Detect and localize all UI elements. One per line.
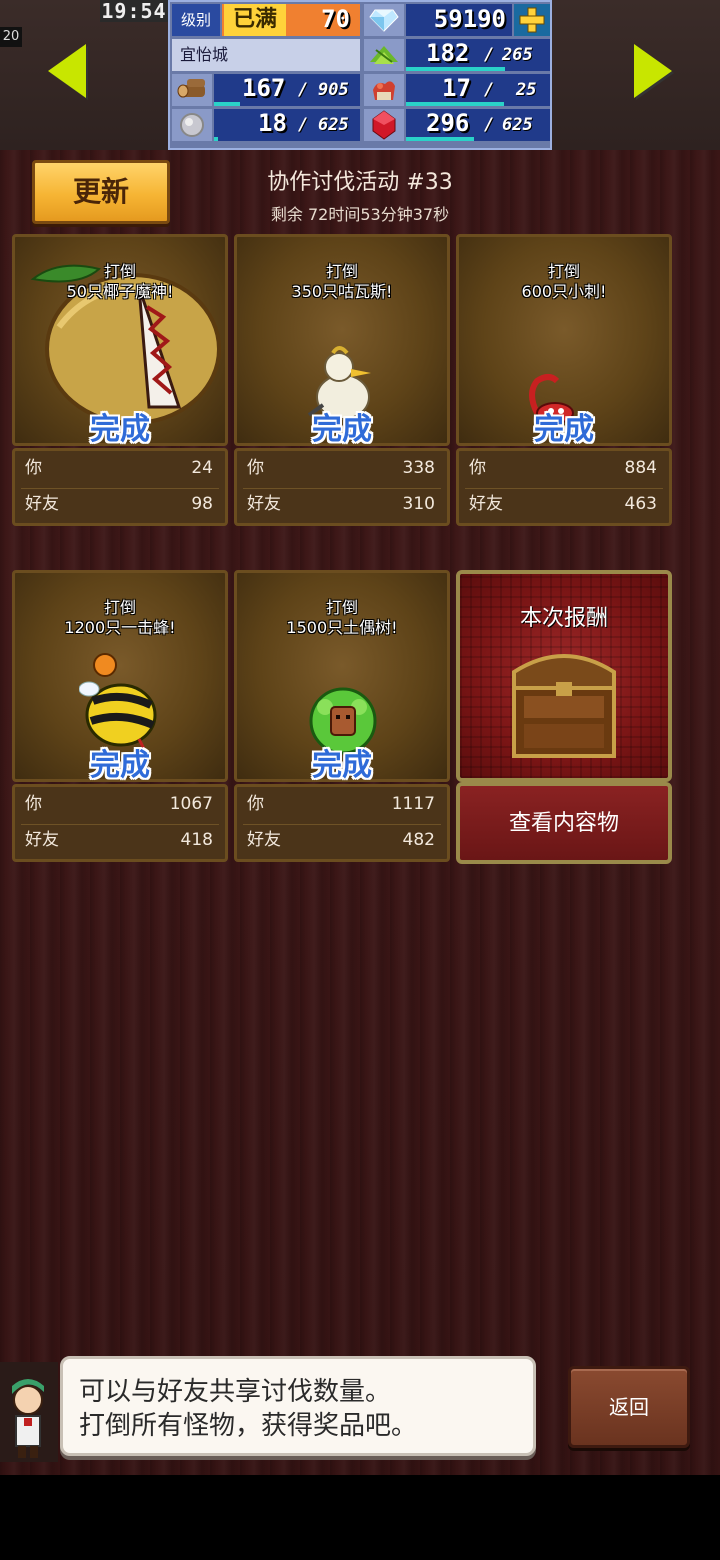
complete-label: 完成 [312,748,372,783]
wood-icon [172,74,212,106]
refresh-button[interactable]: 更新 [32,160,170,224]
level-box: 已满 70 [222,4,360,36]
food-box: 17 / 25 [406,74,550,106]
ruby-bar [406,137,474,141]
food-icon [364,74,404,106]
quest-card[interactable]: 打倒 1500只土偶树! 完成 你 1117 好友 482 [234,570,450,862]
ore-bar [214,137,219,141]
quest-objective: 打倒 1200只一击蜂! [64,598,176,637]
complete-label: 完成 [90,412,150,447]
town-name: 宜怡城 [172,39,360,71]
friend-count-row: 好友 482 [247,830,435,850]
reward-title: 本次报酬 [519,606,608,631]
food-bar [406,102,504,106]
friend-count-row: 好友 418 [25,830,213,850]
plus-icon [519,7,545,33]
resource-panel: 级别 已满 70 59190 宜怡城 182 / 265 167 / 905 1… [168,0,552,150]
quest-objective: 打倒 1500只土偶树! [286,598,398,637]
level-value: 70 [321,5,350,33]
bee-icon [79,653,157,752]
ore-icon [172,109,212,141]
quest-stats: 你 1117 好友 482 [234,784,450,862]
quest-stats: 你 884 好友 463 [456,448,672,526]
quest-stats: 你 338 好友 310 [234,448,450,526]
status-hud: 19:54 20 级别 已满 70 59190 宜怡城 182 / 265 16… [0,0,720,150]
quest-objective: 打倒 600只小刺! [521,262,607,301]
level-max-badge: 已满 [224,4,286,36]
grass-bar [406,67,506,71]
you-count-row: 你 1067 [25,794,213,814]
clock: 19:54 [100,0,168,23]
level-label: 级别 [172,4,220,36]
event-title: 协作讨伐活动 #33 [267,170,453,195]
wood-box: 167 / 905 [214,74,360,106]
you-count-row: 你 338 [247,458,435,478]
complete-label: 完成 [312,412,372,447]
you-count-row: 你 24 [25,458,213,478]
quest-stats: 你 1067 好友 418 [12,784,228,862]
grass-box: 182 / 265 [406,39,550,71]
quest-card[interactable]: 打倒 1200只一击蜂! 完成 你 1067 好友 418 [12,570,228,862]
quest-stats: 你 24 好友 98 [12,448,228,526]
quest-card[interactable]: 打倒 600只小刺! 完成 你 884 好友 463 [456,234,672,526]
ruby-icon [364,109,404,141]
friend-count-row: 好友 463 [469,494,657,514]
back-button[interactable]: 返回 [568,1366,690,1448]
fps-counter: 20 [0,27,22,47]
quest-objective: 打倒 50只椰子魔神! [66,262,174,301]
quest-card[interactable]: 打倒 50只椰子魔神! 完成 你 24 好友 98 [12,234,228,526]
friend-count-row: 好友 98 [25,494,213,514]
view-contents-button[interactable]: 查看内容物 [456,782,672,864]
hint-dialog: 可以与好友共享讨伐数量。 打倒所有怪物，获得奖品吧。 [60,1356,536,1456]
next-arrow-icon[interactable] [634,44,672,98]
you-count-row: 你 884 [469,458,657,478]
event-time-left: 剩余 72时间53分钟37秒 [270,205,450,224]
hint-line-2: 打倒所有怪物，获得奖品吧。 [79,1411,418,1441]
gems-box: 59190 [406,4,512,36]
add-gems-button[interactable] [514,4,550,36]
ruby-box: 296 / 625 [406,109,550,141]
advisor-avatar [0,1362,58,1462]
game-screen: 19:54 20 级别 已满 70 59190 宜怡城 182 / 265 16… [0,0,720,1475]
gem-icon [364,4,404,36]
wood-bar [214,102,241,106]
complete-label: 完成 [90,748,150,783]
quest-card[interactable]: 打倒 350只咕瓦斯! 完成 你 338 好友 310 [234,234,450,526]
ore-box: 18 / 625 [214,109,360,141]
gems-value: 59190 [433,5,506,33]
you-count-row: 你 1117 [247,794,435,814]
reward-panel: 本次报酬 查看内容物 [456,570,672,864]
prev-arrow-icon[interactable] [48,44,86,98]
quest-objective: 打倒 350只咕瓦斯! [291,262,393,301]
complete-label: 完成 [534,412,594,447]
hint-line-1: 可以与好友共享讨伐数量。 [79,1377,392,1407]
friend-count-row: 好友 310 [247,494,435,514]
treasure-chest-icon [512,654,616,758]
advisor-character-icon [0,1362,58,1462]
grass-icon [364,39,404,71]
